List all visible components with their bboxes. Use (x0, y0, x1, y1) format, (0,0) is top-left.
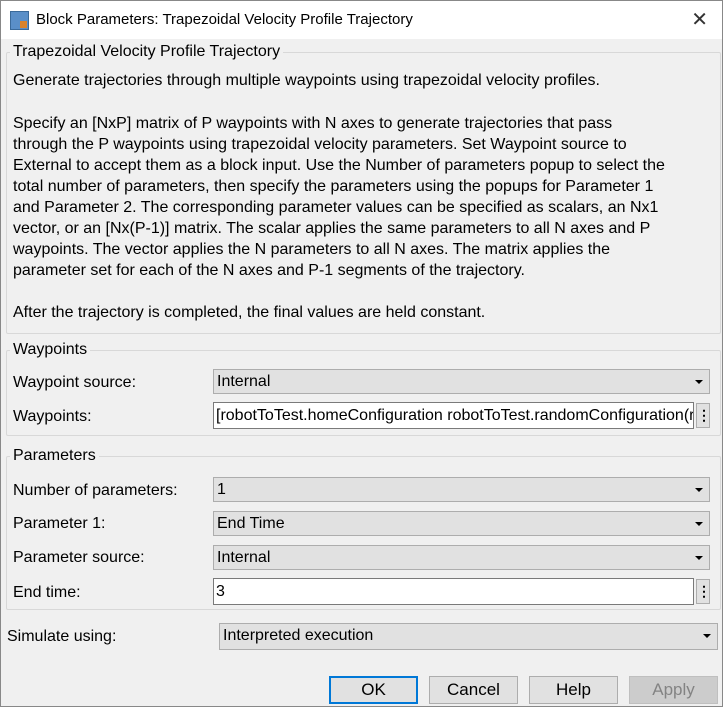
apply-button[interactable]: Apply (629, 676, 718, 704)
description-text: parameter set for each of the N axes and… (13, 262, 525, 279)
parameter-1-value: End Time (217, 515, 285, 532)
number-of-parameters-dropdown[interactable]: 1 (213, 477, 710, 502)
end-time-more-button[interactable]: ⋮ (696, 579, 711, 604)
parameters-heading: Parameters (10, 447, 99, 465)
description-text: Specify an [NxP] matrix of P waypoints w… (13, 115, 613, 132)
parameter-source-value: Internal (217, 549, 271, 566)
waypoint-source-dropdown[interactable]: Internal (213, 369, 710, 394)
chevron-down-icon (695, 380, 703, 384)
waypoints-more-button[interactable]: ⋮ (696, 403, 711, 428)
waypoints-heading: Waypoints (10, 341, 91, 359)
ok-button[interactable]: OK (329, 676, 418, 704)
title-bar: Block Parameters: Trapezoidal Velocity P… (1, 1, 722, 39)
number-of-parameters-label: Number of parameters: (13, 482, 178, 499)
simulate-using-label: Simulate using: (7, 628, 117, 645)
simulate-using-dropdown[interactable]: Interpreted execution (219, 623, 718, 650)
simulink-block-icon (10, 11, 29, 30)
cancel-button[interactable]: Cancel (429, 676, 518, 704)
description-heading: Trapezoidal Velocity Profile Trajectory (10, 43, 284, 61)
block-parameters-dialog: Block Parameters: Trapezoidal Velocity P… (0, 0, 723, 707)
description-text: Generate trajectories through multiple w… (13, 72, 600, 89)
simulate-using-value: Interpreted execution (223, 627, 374, 644)
parameter-1-dropdown[interactable]: End Time (213, 511, 710, 536)
parameter-1-label: Parameter 1: (13, 515, 106, 532)
chevron-down-icon (695, 522, 703, 526)
waypoint-source-label: Waypoint source: (13, 374, 137, 391)
parameter-source-dropdown[interactable]: Internal (213, 545, 710, 570)
chevron-down-icon (695, 556, 703, 560)
chevron-down-icon (695, 488, 703, 492)
description-text: and Parameter 2. The corresponding param… (13, 199, 659, 216)
description-text: through the P waypoints using trapezoida… (13, 136, 627, 153)
chevron-down-icon (703, 634, 711, 638)
description-text: vector, or an [Nx(P-1)] matrix. The scal… (13, 220, 651, 237)
waypoints-input[interactable]: [robotToTest.homeConfiguration robotToTe… (213, 402, 694, 429)
window-title: Block Parameters: Trapezoidal Velocity P… (36, 11, 413, 28)
parameter-source-label: Parameter source: (13, 549, 145, 566)
waypoints-value: [robotToTest.homeConfiguration robotToTe… (216, 407, 694, 424)
description-text: External to accept them as a block input… (13, 157, 665, 174)
end-time-input[interactable]: 3 (213, 578, 694, 605)
end-time-value: 3 (216, 583, 225, 600)
waypoints-label: Waypoints: (13, 408, 92, 425)
end-time-label: End time: (13, 584, 81, 601)
description-text: waypoints. The vector applies the N para… (13, 241, 611, 258)
description-text: total number of parameters, then specify… (13, 178, 654, 195)
description-text: After the trajectory is completed, the f… (13, 304, 486, 321)
close-icon[interactable]: ✕ (691, 7, 708, 32)
waypoint-source-value: Internal (217, 373, 271, 390)
help-button[interactable]: Help (529, 676, 618, 704)
number-of-parameters-value: 1 (217, 481, 226, 498)
